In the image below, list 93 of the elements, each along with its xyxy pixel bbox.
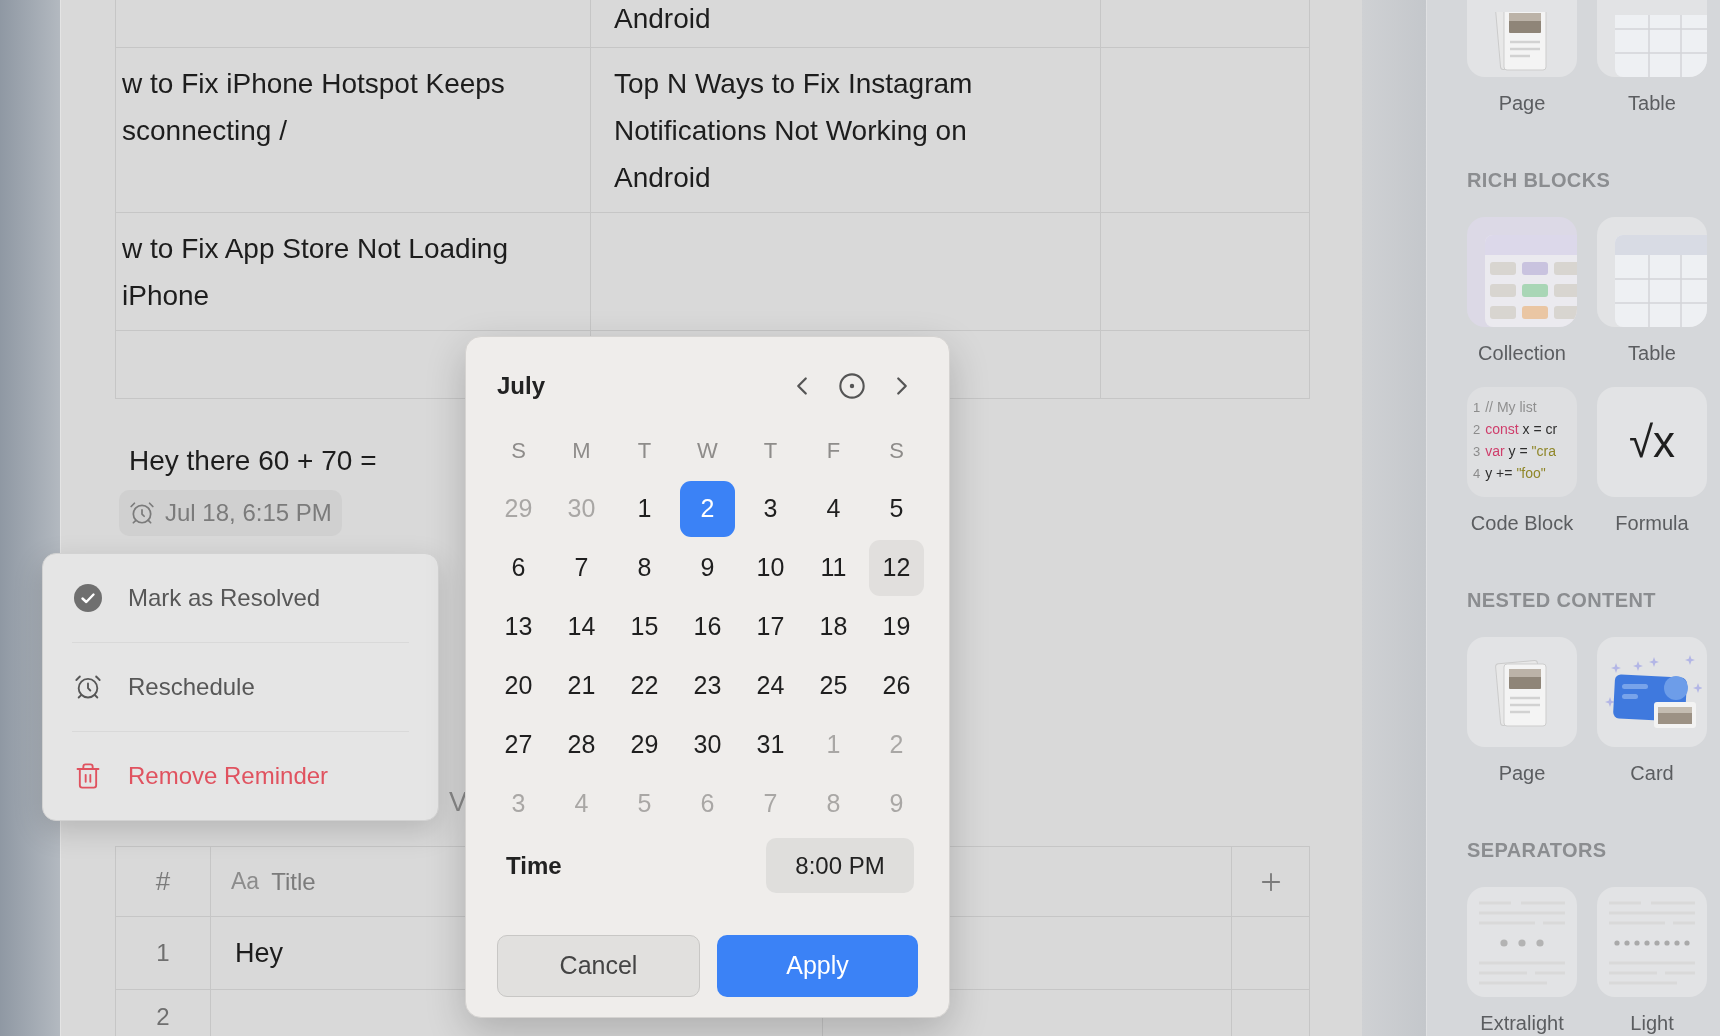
table-cell-text: w to Fix App Store Not Loading iPhone [122,232,509,313]
calendar-day[interactable]: 27 [491,716,546,773]
column-header: Title [271,866,316,897]
calendar-day[interactable]: 12 [869,539,924,596]
time-label: Time [506,850,562,881]
note-text: Hey there 60 + 70 = [129,445,377,476]
calendar-day[interactable]: 10 [743,539,798,596]
calendar-day[interactable]: 7 [554,539,609,596]
block-label: Formula [1615,511,1689,536]
calendar-day[interactable]: 4 [806,480,861,537]
check-circle-icon [74,584,102,612]
text-fragment: V [449,787,467,817]
calendar-day[interactable]: 15 [617,598,672,655]
apply-button[interactable]: Apply [717,935,918,997]
code-line: y += "foo" [1485,464,1546,483]
table-cell-text: Hey [235,936,283,970]
section-heading: NESTED CONTENT [1467,588,1657,612]
code-line: // My list [1485,398,1537,417]
weekday-label: S [889,436,904,465]
calendar-day[interactable]: 19 [869,598,924,655]
weekday-label: T [637,436,652,465]
calendar-day[interactable]: 9 [680,539,735,596]
menu-item[interactable]: Mark as Resolved [43,554,438,642]
weekday-label: W [697,436,718,465]
today-button[interactable] [836,370,868,402]
table-cell-text: Android [614,2,711,36]
code-block-button[interactable]: 1 // My list 2 const x = cr 3 var y = "cra 4 y += "foo" [1467,387,1577,497]
block-label: Page [1498,761,1546,786]
calendar-day[interactable]: 26 [869,657,924,714]
calendar-day[interactable]: 17 [743,598,798,655]
calendar-day[interactable]: 3 [743,480,798,537]
calendar-day[interactable]: 6 [491,539,546,596]
table-cell-text: w to Fix iPhone Hotspot Keeps sconnecting / [122,67,506,148]
table-grid-icon [1615,235,1707,327]
block-label: Card [1630,761,1674,786]
calendar-day[interactable]: 30 [680,716,735,773]
calendar-day[interactable]: 24 [743,657,798,714]
code-line: var y = "cra [1485,442,1556,461]
collection-grid-icon [1485,235,1577,327]
line-number: 3 [1473,443,1481,461]
table-cell-text: Top N Ways to Fix Instagram Notifications Not Working on Android [614,67,974,195]
time-field[interactable]: 8:00 PM [766,838,914,893]
text-type-label: Aa [231,867,260,897]
calendar-day[interactable]: 16 [680,598,735,655]
block-label: Page [1498,91,1546,116]
alarm-clock-icon [74,673,102,701]
weekday-label: T [763,436,778,465]
alarm-clock-icon [129,500,155,526]
section-heading: SEPARATORS [1467,838,1608,862]
line-number: 1 [1473,399,1481,417]
weekday-label: F [826,436,841,465]
menu-item[interactable]: Reschedule [43,643,438,731]
calendar-day[interactable]: 2 [680,480,735,537]
weekday-label: S [511,436,526,465]
calendar-day[interactable]: 14 [554,598,609,655]
line-number: 4 [1473,465,1481,483]
block-label: Table [1628,341,1676,366]
calendar-day[interactable]: 18 [806,598,861,655]
column-header: # [155,865,171,898]
block-label: Light [1630,1011,1674,1036]
calendar-day[interactable]: 23 [680,657,735,714]
line-number: 2 [1473,421,1481,439]
block-label: Collection [1478,341,1566,366]
page-block-button[interactable] [1467,0,1577,77]
calendar-day[interactable]: 13 [491,598,546,655]
cancel-button[interactable]: Cancel [497,935,700,997]
circle-dot-icon [838,372,866,400]
formula-block-button[interactable]: √x [1597,387,1707,497]
block-label: Table [1628,91,1676,116]
row-number: 2 [156,1004,170,1030]
page-thumbnail-icon [1494,12,1550,72]
page-block-button[interactable] [1467,637,1577,747]
calendar-day[interactable]: 28 [554,716,609,773]
calendar-day[interactable]: 8 [617,539,672,596]
section-heading: RICH BLOCKS [1467,168,1612,192]
card-block-button[interactable] [1597,637,1707,747]
row-number: 1 [156,940,170,966]
code-line: const x = cr [1485,420,1558,439]
calendar-day[interactable]: 29 [617,716,672,773]
block-label: Code Block [1470,511,1574,536]
weekday-label: M [572,436,591,465]
calendar-day[interactable]: 25 [806,657,861,714]
calendar-day[interactable]: 1 [617,480,672,537]
block-label: Extralight [1480,1011,1564,1036]
calendar-day[interactable]: 31 [743,716,798,773]
calendar-day[interactable]: 5 [869,480,924,537]
table-grid-icon [1615,15,1707,77]
calendar-day[interactable]: 21 [554,657,609,714]
calendar-day[interactable]: 22 [617,657,672,714]
calendar-day[interactable]: 20 [491,657,546,714]
calendar-day[interactable]: 11 [806,539,861,596]
month-title: July [497,371,546,401]
trash-icon [74,762,102,790]
